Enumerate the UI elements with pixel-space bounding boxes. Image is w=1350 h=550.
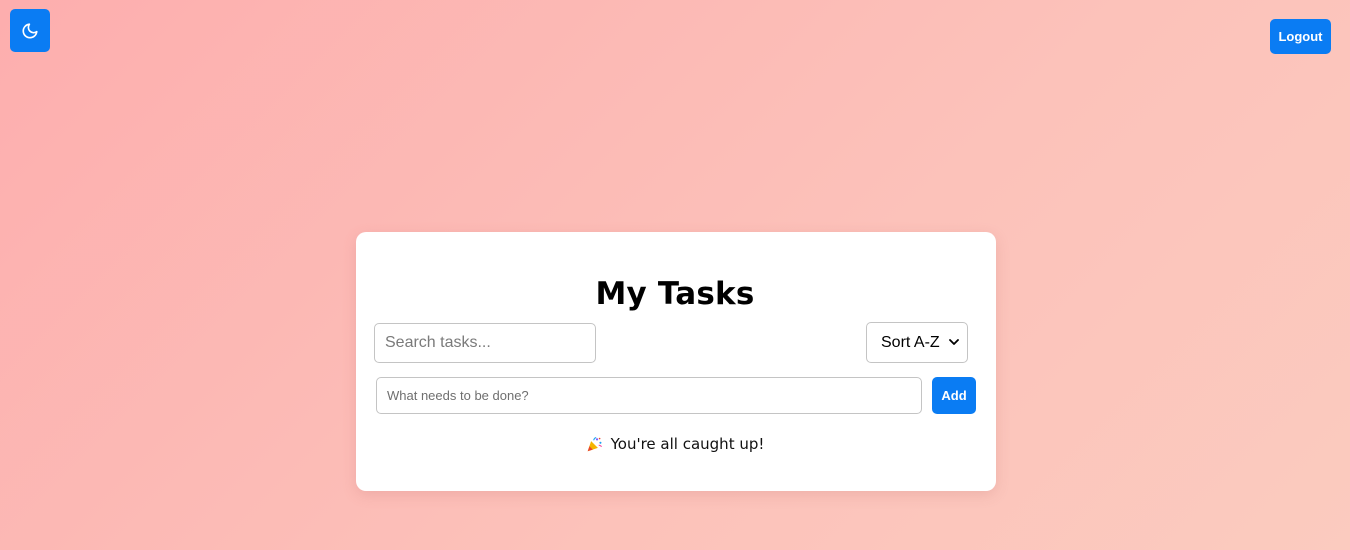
new-task-input[interactable]: [376, 377, 922, 414]
add-task-button[interactable]: Add: [932, 377, 976, 414]
sort-select[interactable]: Sort A-Z: [866, 322, 968, 363]
page-title: My Tasks: [595, 276, 755, 312]
party-popper-icon: [587, 436, 602, 451]
empty-state: You're all caught up!: [0, 435, 1350, 453]
moon-icon: [22, 22, 38, 39]
chevron-down-icon: [949, 339, 959, 345]
empty-state-message: You're all caught up!: [610, 435, 765, 453]
logout-button[interactable]: Logout: [1270, 19, 1331, 54]
theme-toggle-button[interactable]: [10, 9, 50, 52]
sort-select-value: Sort A-Z: [881, 333, 940, 351]
search-input[interactable]: [374, 323, 596, 363]
